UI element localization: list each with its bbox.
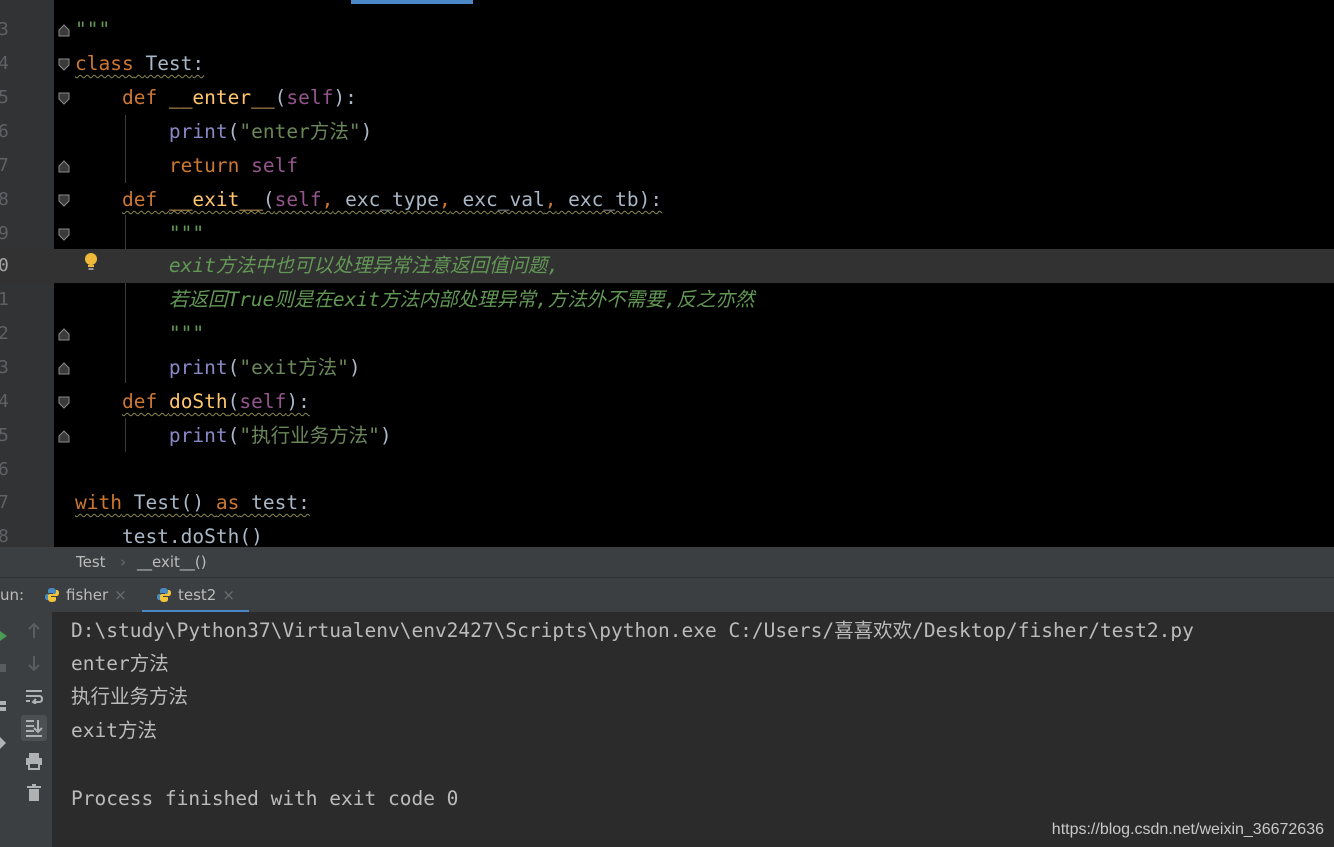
stop-icon[interactable] [0,658,8,677]
fold-start-icon[interactable] [58,194,70,207]
breadcrumb-method[interactable]: __exit__() [137,547,207,577]
code-line[interactable]: 6 print("enter方法") [0,115,1334,149]
code-text: return self [168,154,299,177]
code-text: def doSth(self): [121,390,310,413]
watermark: https://blog.csdn.net/weixin_36672636 [1051,821,1324,838]
line-number: 3 [0,357,9,378]
scroll-highlight [351,0,473,4]
code-line[interactable]: 7 with Test() as test: [0,486,1334,520]
code-editor[interactable]: 3 """ 4 class Test: 5 def __enter__(self… [0,0,1334,547]
rerun-icon[interactable] [0,626,8,645]
lightbulb-icon[interactable] [84,252,98,272]
code-text: def __enter__(self): [121,86,357,109]
code-line-current[interactable]: 0 exit方法中也可以处理异常注意返回值问题, [0,249,1334,283]
code-line[interactable]: 5 def __enter__(self): [0,81,1334,115]
code-text: exit方法中也可以处理异常注意返回值问题, [75,254,560,277]
run-tab-fisher[interactable]: fisher × [44,578,127,613]
restore-layout-icon[interactable] [0,698,8,717]
fold-start-icon[interactable] [58,92,70,105]
fold-start-icon[interactable] [58,396,70,409]
line-number: 4 [0,53,9,74]
code-text: with Test() as test: [75,491,310,514]
breadcrumb: Test › __exit__() [0,547,1334,577]
run-label: un: [0,586,25,604]
close-icon[interactable]: × [114,586,127,604]
code-text: test.doSth() [75,525,263,547]
console-toolbar [16,612,53,847]
code-line[interactable]: 8 def __exit__(self, exc_type, exc_val, … [0,183,1334,217]
line-number: 4 [0,391,9,412]
breadcrumb-class[interactable]: Test [76,547,106,577]
fold-end-icon[interactable] [58,160,70,173]
line-number: 5 [0,425,9,446]
code-line[interactable]: 9 """ [0,217,1334,251]
code-text: print("执行业务方法") [168,424,392,447]
up-arrow-icon[interactable] [21,618,47,644]
line-number: 8 [0,526,9,547]
line-number: 5 [0,87,9,108]
code-text: class Test: [75,52,205,75]
console-line: enter方法 [71,652,169,675]
line-number: 6 [0,121,9,142]
console-output[interactable]: D:\study\Python37\Virtualenv\env2427\Scr… [53,612,1334,847]
python-icon [156,581,172,602]
line-number: 7 [0,492,9,513]
fold-end-icon[interactable] [58,328,70,341]
python-icon [44,581,60,602]
line-number: 8 [0,189,9,210]
code-line[interactable]: 7 return self [0,149,1334,183]
run-tool-window-header: un: fisher × test2 × [0,577,1334,613]
down-arrow-icon[interactable] [21,650,47,676]
code-text: print("exit方法") [168,356,361,379]
code-line[interactable]: 2 """ [0,317,1334,351]
class-name: Test [145,52,193,75]
code-line[interactable]: 5 print("执行业务方法") [0,419,1334,453]
run-tab-label: fisher [66,586,109,604]
code-text: """ [75,222,205,245]
scroll-to-end-icon[interactable] [21,715,47,741]
breadcrumb-separator: › [120,553,126,571]
code-line[interactable]: 3 """ [0,13,1334,47]
trash-icon[interactable] [21,780,47,806]
console-line: exit方法 [71,719,157,742]
code-text: """ [75,322,205,345]
line-number: 9 [0,223,9,244]
line-number: 2 [0,323,9,344]
code-text: print("enter方法") [168,120,373,143]
code-line[interactable]: 6 [0,453,1334,487]
code-line[interactable]: 3 print("exit方法") [0,351,1334,385]
line-number: 6 [0,459,9,480]
code-line[interactable]: 4 class Test: [0,47,1334,81]
line-number: 1 [0,289,9,310]
print-icon[interactable] [21,748,47,774]
code-line[interactable]: 8 test.doSth() [0,520,1334,547]
fold-start-icon[interactable] [58,228,70,241]
close-icon[interactable]: × [222,586,235,604]
run-tab-test2[interactable]: test2 × [142,578,249,613]
fold-end-icon[interactable] [58,24,70,37]
pin-icon[interactable] [0,734,8,753]
fold-start-icon[interactable] [58,58,70,71]
line-number: 0 [0,255,9,276]
fold-end-icon[interactable] [58,430,70,443]
code-line[interactable]: 4 def doSth(self): [0,385,1334,419]
line-number: 3 [0,19,9,40]
fold-end-icon[interactable] [58,362,70,375]
code-text: def __exit__(self, exc_type, exc_val, ex… [121,188,663,211]
code-text: """ [75,18,111,41]
console-line-command: D:\study\Python37\Virtualenv\env2427\Scr… [71,619,1194,642]
run-tab-label: test2 [178,586,217,604]
run-toolbar-left [0,612,16,847]
console-line: 执行业务方法 [71,685,189,708]
code-text: 若返回True则是在exit方法内部处理异常,方法外不需要,反之亦然 [75,288,755,311]
code-line[interactable]: 1 若返回True则是在exit方法内部处理异常,方法外不需要,反之亦然 [0,283,1334,317]
line-number: 7 [0,155,9,176]
console-line-exit-status: Process finished with exit code 0 [71,787,459,810]
soft-wrap-icon[interactable] [21,683,47,709]
